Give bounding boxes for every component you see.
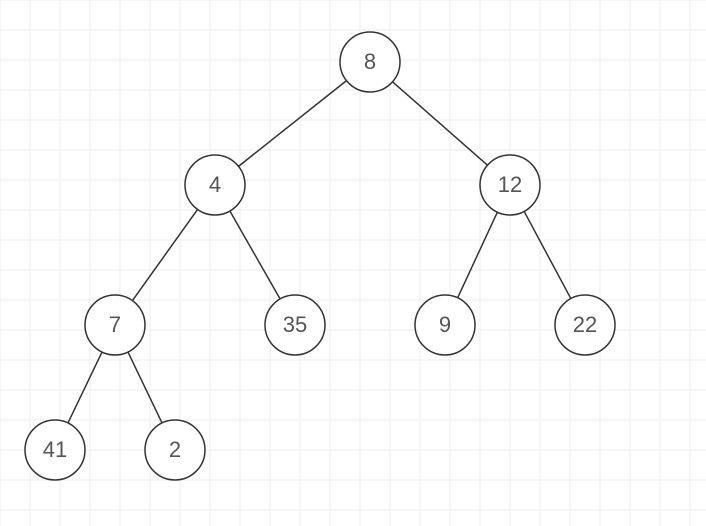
tree-node-label: 4 [209,172,221,197]
tree-node: 9 [415,295,475,355]
tree-node: 8 [340,32,400,92]
tree-edge [128,352,162,423]
tree-edge [230,211,280,299]
tree-nodes: 8412735922412 [25,32,615,480]
tree-edge [68,352,102,423]
tree-node-label: 7 [109,312,121,337]
tree-edge [132,209,197,300]
tree-node-label: 2 [169,437,181,462]
tree-edge [524,211,571,298]
tree-node: 41 [25,420,85,480]
tree-edges [68,81,571,423]
tree-node: 4 [185,155,245,215]
tree-node-label: 35 [283,312,307,337]
tree-diagram: 8412735922412 [0,0,706,526]
tree-node: 12 [480,155,540,215]
tree-node-label: 41 [43,437,67,462]
tree-node-label: 12 [498,172,522,197]
tree-node-label: 22 [573,312,597,337]
tree-node: 22 [555,295,615,355]
tree-node: 7 [85,295,145,355]
tree-edge [393,82,488,165]
tree-edge [458,212,498,298]
tree-node-label: 9 [439,312,451,337]
tree-node: 35 [265,295,325,355]
tree-node-label: 8 [364,49,376,74]
tree-node: 2 [145,420,205,480]
